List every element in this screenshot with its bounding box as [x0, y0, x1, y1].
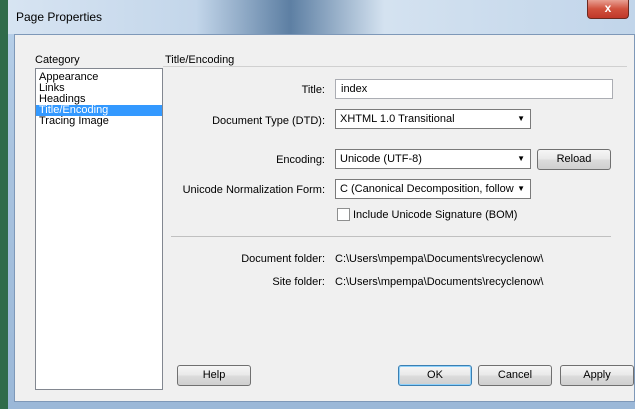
- dialog-client-area: Category Appearance Links Headings Title…: [14, 34, 635, 402]
- doc-folder-label: Document folder:: [241, 253, 325, 265]
- close-icon: x: [604, 1, 612, 15]
- cancel-button[interactable]: Cancel: [478, 365, 552, 386]
- chevron-down-icon: ▼: [517, 154, 525, 163]
- category-item-tracing-image[interactable]: Tracing Image: [36, 116, 162, 127]
- reload-button[interactable]: Reload: [537, 149, 611, 170]
- encoding-value: Unicode (UTF-8): [340, 153, 422, 165]
- doctype-value: XHTML 1.0 Transitional: [340, 113, 455, 125]
- section-header-divider: [163, 66, 627, 67]
- section-divider: [171, 236, 611, 237]
- normalization-select[interactable]: C (Canonical Decomposition, follow ▼: [335, 179, 531, 199]
- ok-button[interactable]: OK: [398, 365, 472, 386]
- normalization-value: C (Canonical Decomposition, follow: [340, 183, 514, 195]
- apply-button[interactable]: Apply: [560, 365, 634, 386]
- page-properties-window: Page Properties x Category Appearance Li…: [0, 0, 635, 409]
- chevron-down-icon: ▼: [517, 114, 525, 123]
- title-bar[interactable]: Page Properties x: [8, 0, 635, 34]
- title-label: Title:: [301, 84, 325, 96]
- help-button[interactable]: Help: [177, 365, 251, 386]
- encoding-label: Encoding:: [276, 154, 325, 166]
- site-folder-value: C:\Users\mpempa\Documents\recyclenow\: [335, 276, 544, 288]
- section-title: Title/Encoding: [165, 54, 235, 66]
- category-list[interactable]: Appearance Links Headings Title/Encoding…: [35, 68, 163, 390]
- normalization-label: Unicode Normalization Form:: [182, 184, 325, 196]
- site-folder-label: Site folder:: [272, 276, 325, 288]
- chevron-down-icon: ▼: [517, 184, 525, 193]
- close-button[interactable]: x: [587, 0, 629, 19]
- title-input[interactable]: index: [335, 79, 613, 99]
- bom-checkbox[interactable]: [337, 208, 350, 221]
- encoding-select[interactable]: Unicode (UTF-8) ▼: [335, 149, 531, 169]
- window-title: Page Properties: [16, 10, 103, 24]
- category-header: Category: [35, 54, 80, 66]
- doc-folder-value: C:\Users\mpempa\Documents\recyclenow\: [335, 253, 544, 265]
- doctype-select[interactable]: XHTML 1.0 Transitional ▼: [335, 109, 531, 129]
- bom-label[interactable]: Include Unicode Signature (BOM): [353, 209, 517, 221]
- doctype-label: Document Type (DTD):: [212, 115, 325, 127]
